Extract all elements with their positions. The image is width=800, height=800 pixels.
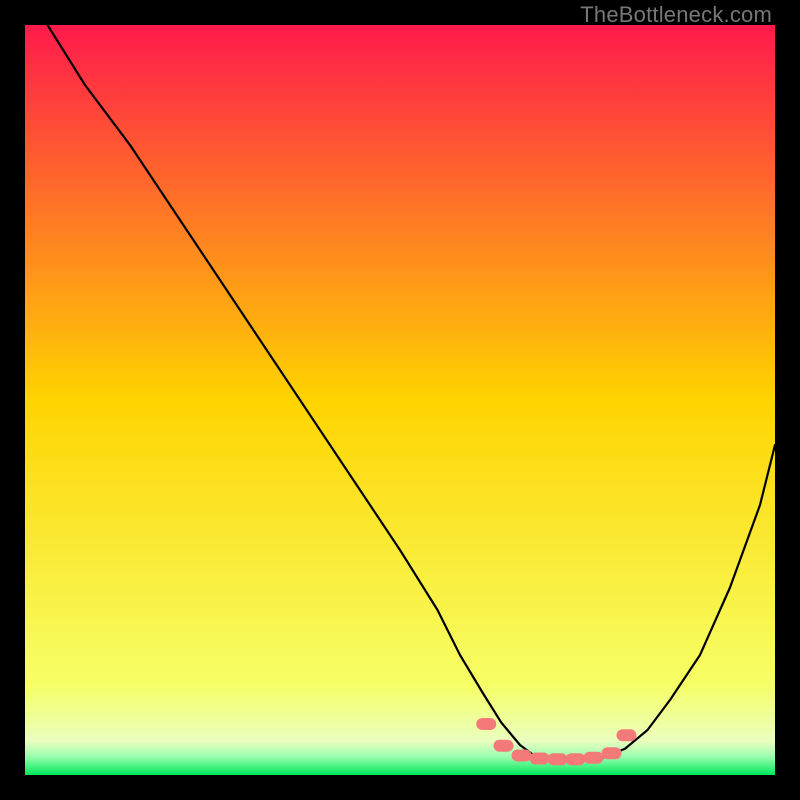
optimal-marker [617, 729, 637, 741]
chart-background [25, 25, 775, 775]
watermark-text: TheBottleneck.com [580, 2, 772, 28]
optimal-marker [530, 753, 550, 765]
optimal-marker [548, 753, 568, 765]
optimal-marker [512, 750, 532, 762]
optimal-marker [602, 747, 622, 759]
optimal-marker [494, 740, 514, 752]
optimal-marker [476, 718, 496, 730]
bottleneck-chart [25, 25, 775, 775]
optimal-marker [566, 753, 586, 765]
optimal-marker [584, 752, 604, 764]
chart-frame [25, 25, 775, 775]
